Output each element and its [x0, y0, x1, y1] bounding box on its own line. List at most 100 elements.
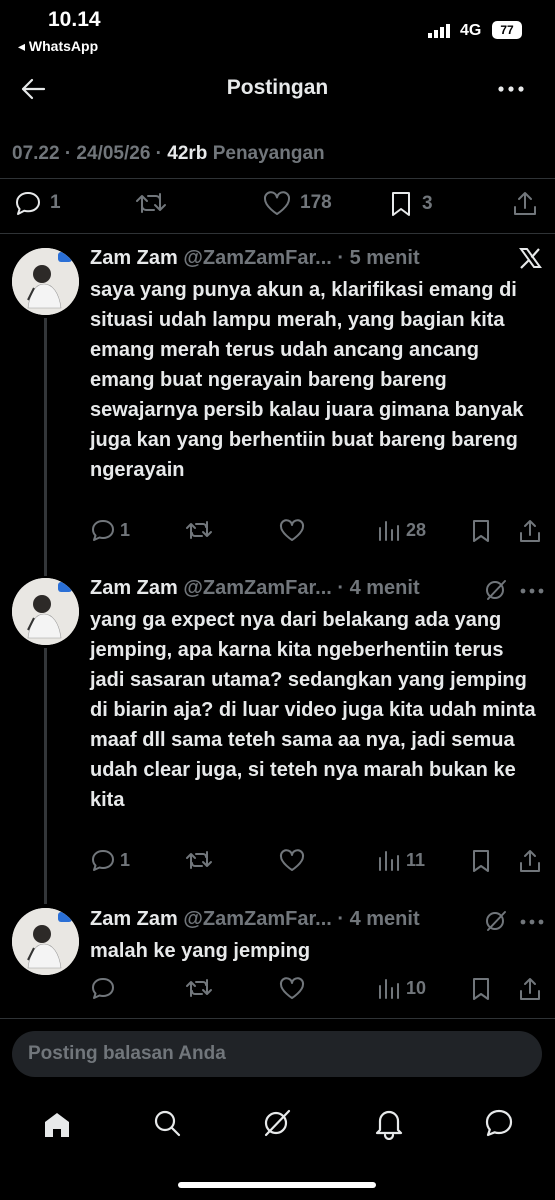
like-count: 178: [300, 192, 332, 213]
user-handle[interactable]: @ZamZamFar...: [183, 247, 331, 269]
avatar[interactable]: [12, 908, 79, 975]
share-icon: [518, 848, 542, 874]
bookmark-button[interactable]: [470, 518, 492, 544]
reply-text: yang ga expect nya dari belakang ada yan…: [90, 609, 536, 811]
views-count: 10: [406, 977, 427, 998]
post-meta: 07.22 · 24/05/26 · 42rb Penayangan: [12, 143, 325, 165]
repost-button[interactable]: [134, 190, 168, 216]
repost-button[interactable]: [184, 518, 214, 542]
reply-icon: [90, 976, 116, 1000]
battery-icon: 77: [492, 21, 522, 39]
heart-icon: [278, 848, 306, 872]
thread-line: [44, 648, 47, 904]
bookmark-icon: [470, 848, 492, 874]
search-icon[interactable]: [152, 1108, 182, 1138]
reply-button[interactable]: 1: [90, 848, 130, 872]
messages-icon[interactable]: [484, 1108, 514, 1138]
status-time: 10.14: [48, 8, 101, 31]
like-button[interactable]: 178: [262, 190, 332, 216]
share-button[interactable]: [511, 190, 539, 218]
divider: [0, 178, 555, 179]
back-to-app-link[interactable]: ◂ WhatsApp: [18, 38, 98, 55]
reply-header: Zam Zam @ZamZamFar... · 5 menit: [90, 247, 420, 270]
home-indicator: [178, 1182, 376, 1188]
home-icon[interactable]: [42, 1110, 72, 1140]
analytics-icon: [376, 848, 400, 872]
grok-icon[interactable]: [484, 909, 508, 933]
like-button[interactable]: [278, 976, 306, 1000]
more-options-icon[interactable]: [498, 86, 524, 92]
display-name[interactable]: Zam Zam: [90, 577, 178, 599]
network-type: 4G: [460, 22, 482, 39]
views-button[interactable]: 28: [376, 518, 426, 542]
x-logo-icon: [518, 246, 542, 270]
bookmark-count: 3: [422, 193, 433, 214]
avatar[interactable]: [12, 578, 79, 645]
reply-time: · 5 menit: [337, 247, 420, 269]
more-options-icon[interactable]: [520, 588, 544, 594]
analytics-icon: [376, 976, 400, 1000]
bookmark-button[interactable]: [470, 976, 492, 1002]
reply-header: Zam Zam @ZamZamFar... · 4 menit: [90, 577, 420, 600]
reply-time: · 4 menit: [337, 908, 420, 930]
heart-icon: [278, 976, 306, 1000]
reply-compose-input[interactable]: Posting balasan Anda: [12, 1031, 542, 1077]
more-options-icon[interactable]: [520, 919, 544, 925]
reply-text: saya yang punya akun a, klarifikasi eman…: [90, 279, 524, 481]
like-button[interactable]: [278, 848, 306, 872]
avatar[interactable]: [12, 248, 79, 315]
views-count: 42rb: [167, 143, 208, 164]
share-icon: [511, 190, 539, 218]
reply-header: Zam Zam @ZamZamFar... · 4 menit: [90, 908, 420, 931]
reply-time: · 4 menit: [337, 577, 420, 599]
bookmark-button[interactable]: [470, 848, 492, 874]
bookmark-icon: [470, 518, 492, 544]
reply-icon: [90, 848, 116, 872]
repost-icon: [184, 848, 214, 872]
display-name[interactable]: Zam Zam: [90, 247, 178, 269]
share-button[interactable]: [518, 848, 542, 874]
views-button[interactable]: 11: [376, 848, 425, 872]
grok-icon[interactable]: [262, 1108, 292, 1138]
repost-button[interactable]: [184, 976, 214, 1000]
post-timestamp: 07.22 · 24/05/26 ·: [12, 143, 168, 164]
share-button[interactable]: [518, 518, 542, 544]
views-count: 28: [406, 519, 427, 540]
divider: [0, 233, 555, 234]
notifications-icon[interactable]: [374, 1108, 404, 1140]
repost-icon: [134, 190, 168, 216]
reply-text: malah ke yang jemping: [90, 940, 311, 962]
divider: [0, 1018, 555, 1019]
reply-icon: [90, 518, 116, 542]
reply-button[interactable]: 1: [90, 518, 130, 542]
views-count: 11: [406, 849, 426, 870]
reply-actions: 10: [90, 976, 540, 1004]
repost-button[interactable]: [184, 848, 214, 872]
heart-icon: [262, 190, 292, 216]
reply-count: 1: [120, 519, 131, 540]
reply-actions: 1 28: [90, 518, 540, 546]
bookmark-icon: [388, 190, 414, 218]
reply-button[interactable]: 1: [14, 190, 61, 216]
user-handle[interactable]: @ZamZamFar...: [183, 577, 331, 599]
page-title: Postingan: [226, 76, 329, 99]
like-button[interactable]: [278, 518, 306, 542]
share-button[interactable]: [518, 976, 542, 1002]
grok-icon[interactable]: [484, 578, 508, 602]
reply-count: 1: [120, 849, 131, 870]
display-name[interactable]: Zam Zam: [90, 908, 178, 930]
share-icon: [518, 518, 542, 544]
bookmark-button[interactable]: 3: [388, 190, 433, 218]
views-button[interactable]: 10: [376, 976, 426, 1000]
views-label: Penayangan: [207, 143, 325, 164]
repost-icon: [184, 518, 214, 542]
reply-button[interactable]: [90, 976, 120, 1000]
reply-icon: [14, 190, 42, 216]
share-icon: [518, 976, 542, 1002]
signal-icon: [428, 24, 452, 38]
thread-line: [44, 318, 47, 576]
reply-actions: 1 11: [90, 848, 540, 876]
analytics-icon: [376, 518, 400, 542]
user-handle[interactable]: @ZamZamFar...: [183, 908, 331, 930]
repost-icon: [184, 976, 214, 1000]
